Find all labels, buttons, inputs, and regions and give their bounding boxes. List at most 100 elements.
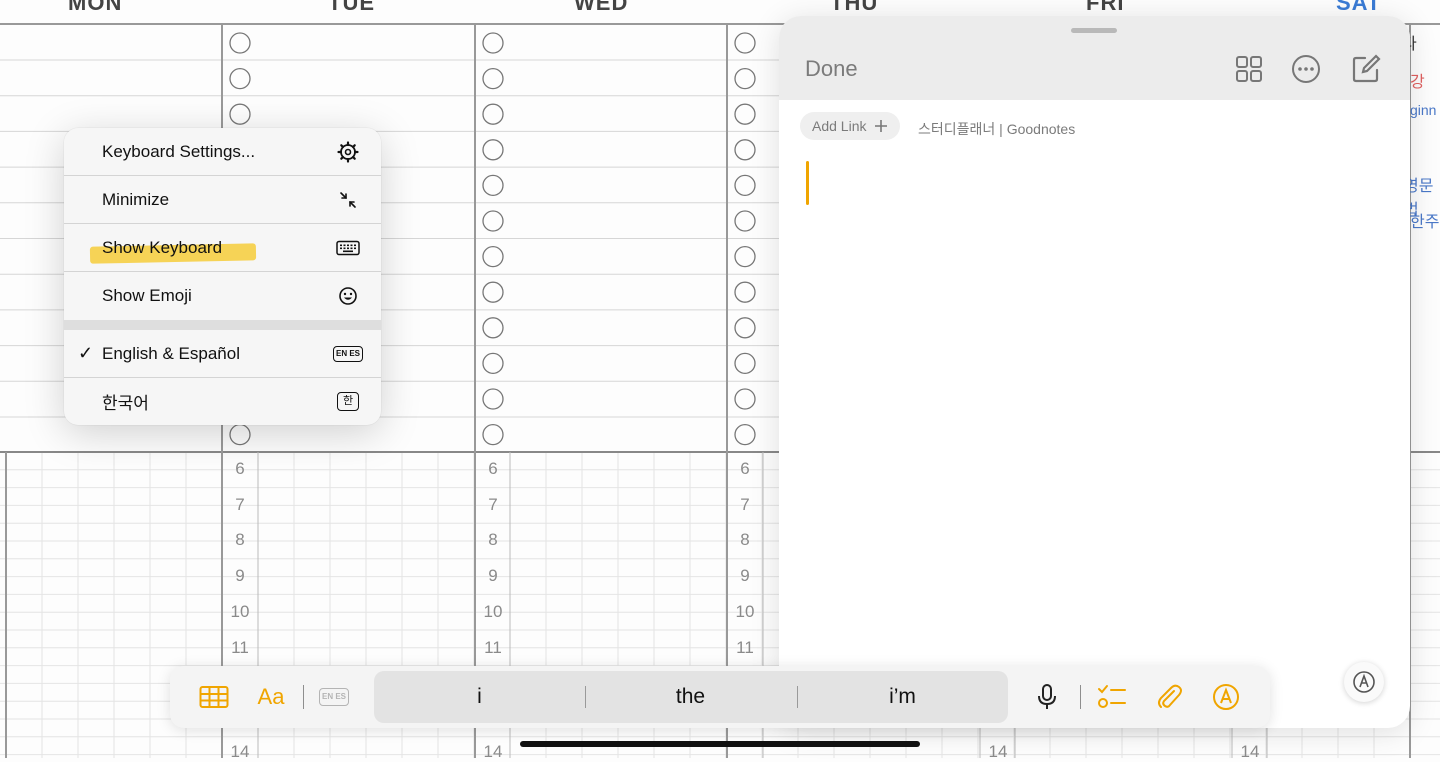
todo-checkbox [482, 32, 504, 54]
hour-label: 11 [231, 637, 249, 657]
hour-label: 14 [988, 742, 1008, 761]
more-ellipsis-icon[interactable] [1291, 54, 1321, 84]
language-badge: 한 [336, 392, 360, 411]
gear-icon [335, 140, 361, 164]
todo-checkbox [482, 317, 504, 339]
hour-label: 6 [235, 459, 245, 478]
minimize-arrows-icon [335, 188, 361, 212]
add-link-button[interactable]: Add Link [800, 112, 901, 140]
checkmark-icon: ✓ [78, 343, 94, 363]
format-label: Aa [257, 684, 285, 709]
todo-checkbox [734, 210, 756, 232]
suggestion[interactable]: i’m [797, 671, 1008, 723]
checklist-icon[interactable] [1096, 681, 1128, 713]
language-badge-icon: EN ES [333, 342, 364, 366]
hour-label: 8 [488, 530, 498, 550]
mic-icon[interactable] [1031, 681, 1063, 713]
language-badge: EN ES [318, 688, 349, 706]
keyboard-toolbar: Aa EN ES i the i’m [170, 666, 1270, 728]
hour-label: 9 [740, 566, 750, 586]
hour-label: 6 [488, 459, 498, 478]
smiley-icon [335, 284, 361, 308]
predictive-suggestions: i the i’m [374, 671, 1008, 723]
grabber-handle[interactable] [1071, 28, 1117, 33]
todo-checkbox [482, 388, 504, 410]
add-link-label: Add Link [812, 118, 867, 134]
gallery-grid-icon[interactable] [1234, 54, 1264, 84]
day-header-thu: THU [830, 0, 879, 15]
todo-checkbox [229, 103, 251, 125]
todo-checkbox [482, 67, 504, 90]
todo-checkbox [734, 174, 756, 197]
text-cursor [806, 161, 809, 205]
menu-item-label: Show Keyboard [102, 237, 223, 257]
todo-checkbox [229, 67, 251, 90]
hour-label: 7 [488, 494, 498, 514]
menu-item-korean[interactable]: 한국어 한 [64, 378, 381, 425]
suggestion[interactable]: i [374, 671, 585, 723]
compose-icon[interactable] [1351, 54, 1381, 84]
todo-checkbox [734, 245, 756, 268]
markup-button[interactable] [1344, 662, 1384, 702]
hour-label: 8 [235, 530, 245, 550]
todo-checkbox [482, 174, 504, 197]
hour-label: 9 [488, 566, 498, 586]
todo-checkbox [482, 423, 504, 446]
menu-item-label: Minimize [102, 189, 170, 209]
day-header-fri: FRI [1086, 0, 1125, 15]
day-header-mon: MON [68, 0, 123, 15]
plus-icon [875, 120, 888, 132]
todo-checkbox [734, 388, 756, 410]
keyboard-icon [335, 236, 361, 260]
hour-label: 7 [740, 494, 750, 514]
todo-checkbox [734, 139, 756, 161]
hour-label: 14 [1240, 742, 1260, 761]
linked-app-title: 스터디플래너 | Goodnotes [918, 121, 1076, 137]
markup-icon[interactable] [1210, 681, 1242, 713]
right-edge-fragment: ginn [1410, 102, 1437, 118]
todo-checkbox [229, 32, 251, 54]
day-header-tue: TUE [328, 0, 375, 15]
keyboard-context-menu: Keyboard Settings... Minimize Show Keybo… [64, 128, 381, 425]
menu-item-keyboard-settings[interactable]: Keyboard Settings... [64, 128, 381, 175]
menu-item-label: English & Español [102, 343, 240, 363]
menu-item-label: 한국어 [102, 394, 149, 413]
format-icon[interactable]: Aa [255, 681, 287, 713]
attachment-icon[interactable] [1153, 681, 1185, 713]
hour-label: 10 [735, 601, 755, 621]
todo-checkbox [482, 103, 504, 125]
hour-label: 14 [230, 742, 250, 761]
todo-checkbox [734, 317, 756, 339]
hour-label: 11 [736, 637, 754, 657]
day-header-wed: WED [574, 0, 629, 15]
hour-label: 14 [483, 742, 503, 761]
todo-checkbox [482, 281, 504, 303]
menu-item-minimize[interactable]: Minimize [64, 176, 381, 223]
todo-checkbox [482, 352, 504, 375]
note-header: Done [779, 16, 1410, 100]
todo-checkbox [482, 245, 504, 268]
menu-item-label: Keyboard Settings... [102, 141, 256, 161]
language-badge-icon: 한 [335, 390, 361, 414]
menu-item-show-emoji[interactable]: Show Emoji [64, 272, 381, 319]
todo-checkbox [734, 281, 756, 303]
right-edge-fragment: 한주 [1410, 214, 1440, 231]
menu-item-english-espanol[interactable]: ✓ English & Español EN ES [64, 330, 381, 377]
todo-checkbox [734, 352, 756, 375]
hour-label: 8 [740, 530, 750, 550]
right-edge-fragment: 강 [1410, 74, 1425, 91]
hour-label: 11 [484, 637, 502, 657]
language-badge: EN ES [333, 345, 364, 362]
done-button[interactable]: Done [805, 56, 858, 82]
language-icon[interactable]: EN ES [318, 681, 350, 713]
suggestion[interactable]: the [585, 671, 796, 723]
markup-icon [1353, 671, 1375, 693]
hour-label: 7 [235, 494, 245, 514]
day-header-sat: SAT [1336, 0, 1382, 15]
table-icon[interactable] [198, 681, 230, 713]
todo-checkbox [734, 423, 756, 446]
todo-checkbox [482, 139, 504, 161]
todo-checkbox [734, 103, 756, 125]
todo-checkbox [734, 67, 756, 90]
hour-label: 10 [483, 601, 503, 621]
